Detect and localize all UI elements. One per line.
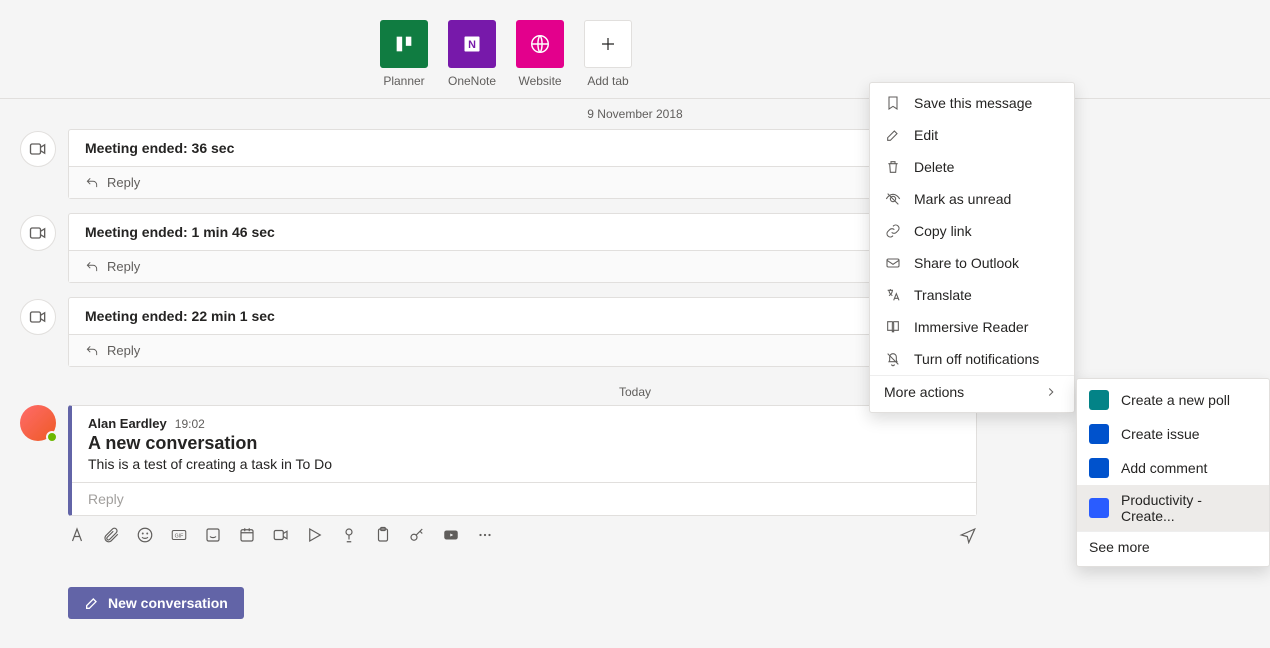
emoji-icon[interactable] [136,526,154,547]
compose-toolbar: GIF [68,526,977,547]
avatar[interactable] [20,405,56,441]
meeting-icon [20,215,56,251]
menu-notifications[interactable]: Turn off notifications [870,343,1074,375]
meeting-ended-text: Meeting ended: 22 min 1 sec [69,298,980,334]
format-icon[interactable] [68,526,86,547]
svg-text:N: N [468,39,476,51]
flow-app-icon [1089,498,1109,518]
send-icon[interactable] [959,526,977,547]
reply-input[interactable]: Reply [72,482,976,515]
website-icon [516,20,564,68]
pencil-icon [884,126,902,144]
tab-label: Planner [383,74,424,88]
gif-icon[interactable]: GIF [170,526,188,547]
meeting-icon [20,299,56,335]
presence-indicator [46,431,58,443]
new-conversation-button[interactable]: New conversation [68,587,244,619]
sticker-icon[interactable] [204,526,222,547]
plus-icon [584,20,632,68]
clipboard-icon[interactable] [374,526,392,547]
bookmark-icon [884,94,902,112]
menu-delete[interactable]: Delete [870,151,1074,183]
author-name[interactable]: Alan Eardley [88,416,167,431]
translate-icon [884,286,902,304]
meeting-ended-text: Meeting ended: 1 min 46 sec [69,214,980,250]
tab-label: Website [518,74,561,88]
conversation-card[interactable]: 👍 ❤️ 😀 Alan Eardley19:02 A new conversat… [68,405,977,516]
trash-icon [884,158,902,176]
tab-website[interactable]: Website [516,20,564,88]
forms-app-icon [1089,390,1109,410]
menu-outlook[interactable]: Share to Outlook [870,247,1074,279]
chevron-right-icon [1042,383,1060,401]
menu-reader[interactable]: Immersive Reader [870,311,1074,343]
tab-planner[interactable]: Planner [380,20,428,88]
compose-icon [84,595,100,611]
reply-button[interactable]: Reply [69,334,980,366]
more-actions-submenu: Create a new poll Create issue Add comme… [1076,378,1270,567]
tab-label: Add tab [587,74,628,88]
unread-icon [884,190,902,208]
attach-icon[interactable] [102,526,120,547]
post-title: A new conversation [88,433,960,454]
meeting-ended-card[interactable]: Meeting ended: 1 min 46 sec Reply [68,213,981,283]
jira-app-icon [1089,424,1109,444]
menu-save[interactable]: Save this message [870,87,1074,119]
bell-off-icon [884,350,902,368]
stream-icon[interactable] [306,526,324,547]
reader-icon [884,318,902,336]
calendar-icon[interactable] [238,526,256,547]
post-body: This is a test of creating a task in To … [88,456,960,472]
menu-copylink[interactable]: Copy link [870,215,1074,247]
submenu-add-comment[interactable]: Add comment [1077,451,1269,485]
tab-label: OneNote [448,74,496,88]
post-author-row: Alan Eardley 19:02 [88,416,960,431]
meeting-ended-card[interactable]: Meeting ended: 22 min 1 sec Reply [68,297,981,367]
youtube-icon[interactable] [442,526,460,547]
meeting-ended-text: Meeting ended: 36 sec [69,130,980,166]
menu-unread[interactable]: Mark as unread [870,183,1074,215]
praise-icon[interactable] [340,526,358,547]
tab-add[interactable]: Add tab [584,20,632,88]
menu-edit[interactable]: Edit [870,119,1074,151]
tab-onenote[interactable]: N OneNote [448,20,496,88]
message-context-menu: Save this message Edit Delete Mark as un… [869,82,1075,413]
more-icon[interactable] [476,526,494,547]
video-icon[interactable] [272,526,290,547]
submenu-create-issue[interactable]: Create issue [1077,417,1269,451]
meeting-ended-card[interactable]: Meeting ended: 36 sec Reply [68,129,981,199]
svg-text:GIF: GIF [175,533,184,539]
planner-icon [380,20,428,68]
link-icon [884,222,902,240]
reply-button[interactable]: Reply [69,166,980,198]
submenu-create-poll[interactable]: Create a new poll [1077,383,1269,417]
mail-icon [884,254,902,272]
key-icon[interactable] [408,526,426,547]
date-divider: 9 November 2018 [0,98,1270,129]
jira-app-icon [1089,458,1109,478]
onenote-icon: N [448,20,496,68]
reply-button[interactable]: Reply [69,250,980,282]
submenu-productivity[interactable]: Productivity - Create... [1077,485,1269,531]
menu-translate[interactable]: Translate [870,279,1074,311]
submenu-see-more[interactable]: See more [1077,531,1269,562]
menu-more-actions[interactable]: More actions [870,375,1074,408]
meeting-icon [20,131,56,167]
post-time: 19:02 [175,417,205,431]
